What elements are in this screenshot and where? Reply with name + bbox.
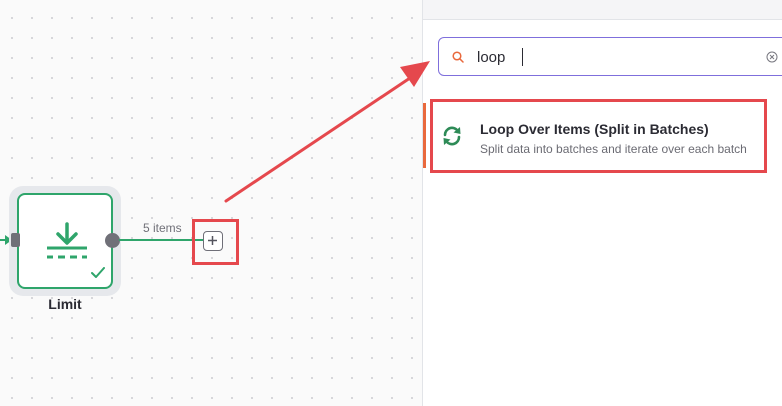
node-label: Limit bbox=[48, 296, 82, 312]
items-count-label: 5 items bbox=[143, 221, 182, 235]
output-connection-line bbox=[119, 239, 203, 241]
search-input[interactable] bbox=[477, 47, 757, 67]
checkmark-icon bbox=[91, 267, 105, 278]
text-caret bbox=[522, 48, 523, 66]
search-icon bbox=[452, 51, 464, 63]
panel-header bbox=[423, 0, 782, 20]
clear-circle-icon[interactable] bbox=[766, 51, 778, 63]
add-button-highlight-box bbox=[192, 219, 239, 265]
node-output-handle[interactable] bbox=[105, 233, 120, 248]
node-input-handle[interactable] bbox=[11, 233, 20, 247]
limit-node[interactable] bbox=[17, 193, 113, 289]
download-limit-icon bbox=[47, 222, 87, 259]
node-creator-panel: Loop Over Items (Split in Batches) Split… bbox=[422, 0, 782, 406]
active-result-indicator bbox=[423, 103, 426, 168]
workflow-canvas[interactable]: Limit 5 items bbox=[0, 0, 422, 406]
search-box[interactable] bbox=[438, 37, 782, 76]
search-result-highlight-box bbox=[430, 99, 767, 173]
